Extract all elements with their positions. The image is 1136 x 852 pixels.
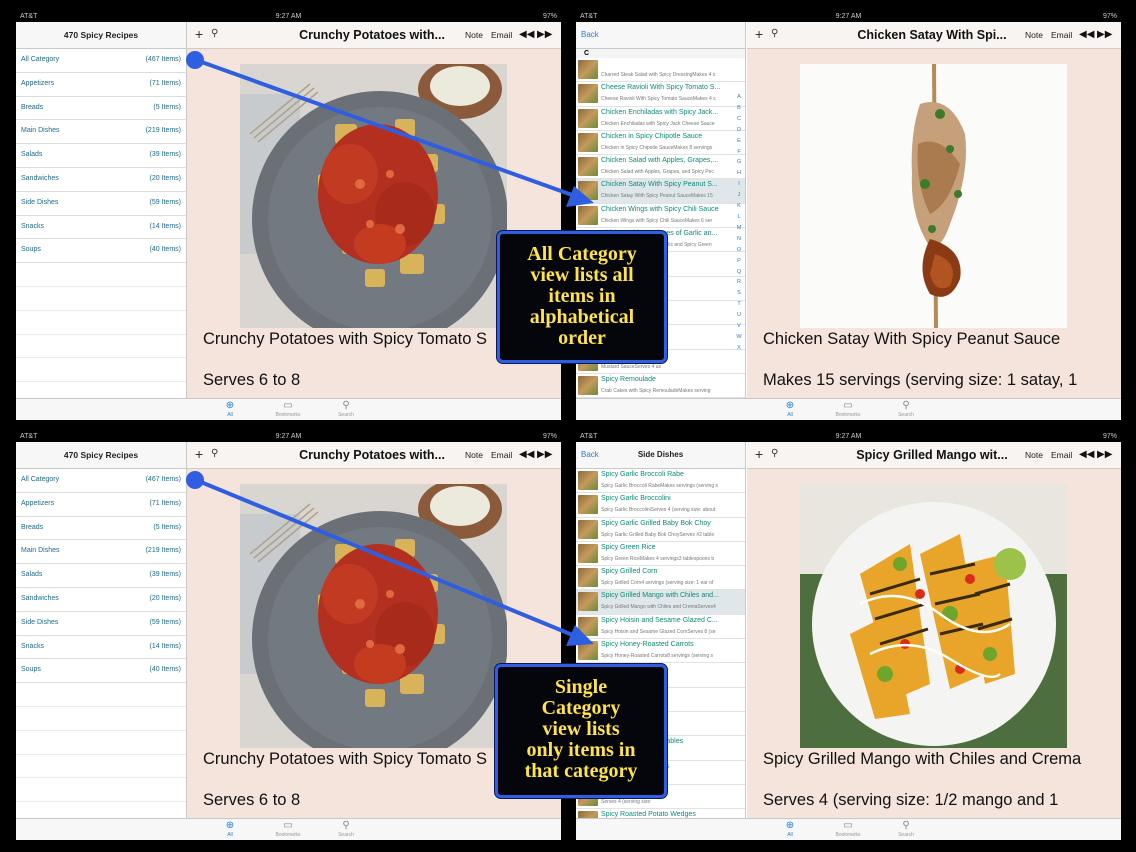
callout-all-category: All Category view lists all items in alp… [497, 231, 667, 363]
callout-line: alphabetical [529, 306, 635, 328]
callout-line: view lists [542, 718, 620, 740]
callout-line: order [558, 327, 606, 349]
callout-line: only items in [526, 739, 636, 761]
callout-line: view lists all [530, 264, 634, 286]
callout-line: that category [524, 760, 638, 782]
callout-line: Category [541, 697, 621, 719]
callout-line: Single [554, 676, 608, 698]
arrow-single-category [186, 471, 594, 646]
callout-line: All Category [527, 243, 637, 265]
callout-line: items in [548, 285, 616, 307]
callout-single-category: Single Category view lists only items in… [495, 664, 667, 798]
arrow-all-category [186, 51, 594, 207]
